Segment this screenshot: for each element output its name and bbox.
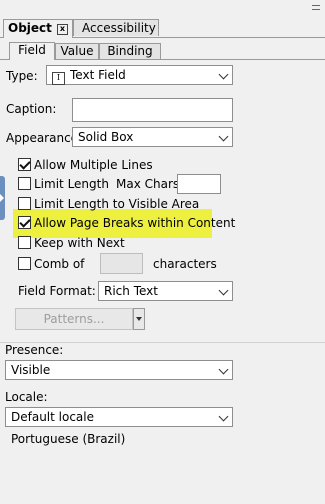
allow-page-breaks-label: Allow Page Breaks within Content [34,216,236,230]
tab-accessibility[interactable]: Accessibility [73,19,159,36]
type-value: Text Field [70,68,126,82]
chevron-down-icon [218,285,229,296]
chevron-down-icon [218,131,229,142]
locale-value: Default locale [11,410,95,424]
patterns-button: Patterns... [15,308,133,330]
appearance-label: Appearance: [6,131,83,145]
tab-value[interactable]: Value [55,43,99,59]
side-expand-handle[interactable] [0,176,5,220]
text-field-icon: I [52,72,65,85]
presence-select[interactable]: Visible [5,360,233,380]
caption-input[interactable] [72,98,233,122]
patterns-dropdown-arrow[interactable] [133,308,145,330]
allow-page-breaks-checkbox[interactable] [18,216,31,229]
keep-with-next-checkbox[interactable] [18,236,31,249]
max-chars-input[interactable] [177,174,221,194]
allow-multiple-lines-checkbox[interactable] [18,158,31,171]
subtab-bar: Field Value Binding [0,42,325,60]
chevron-down-icon [218,364,229,375]
comb-count-input [100,253,143,274]
type-select[interactable]: I Text Field [46,65,233,85]
tab-accessibility-label: Accessibility [82,21,156,35]
tab-binding-label: Binding [107,44,153,58]
presence-value: Visible [11,363,51,377]
panel-tab-bar: Object x Accessibility [0,19,325,38]
keep-with-next-label: Keep with Next [34,236,125,250]
limit-length-label: Limit Length [34,177,109,191]
tab-object[interactable]: Object x [3,19,73,38]
presence-label: Presence: [5,343,64,357]
allow-multiple-lines-label: Allow Multiple Lines [34,158,153,172]
tab-value-label: Value [60,44,94,58]
caption-label: Caption: [6,102,57,116]
field-format-label: Field Format: [18,284,96,298]
comb-of-label: Comb of [34,257,85,271]
locale-detail: Portuguese (Brazil) [11,432,126,446]
close-icon[interactable]: x [56,24,68,35]
locale-select[interactable]: Default locale [5,407,233,427]
tab-field-label: Field [18,43,46,57]
chevron-down-icon [218,69,229,80]
appearance-select[interactable]: Solid Box [72,127,233,147]
limit-visible-area-checkbox[interactable] [18,197,31,210]
tab-field[interactable]: Field [9,42,55,60]
tab-binding[interactable]: Binding [99,43,161,59]
characters-label: characters [153,257,217,271]
field-format-select[interactable]: Rich Text [98,281,233,301]
tab-object-label: Object [8,21,52,35]
max-chars-label: Max Chars: [116,177,184,191]
panel-gripper[interactable] [312,5,320,10]
appearance-value: Solid Box [78,130,134,144]
comb-of-checkbox[interactable] [18,257,31,270]
chevron-down-icon [218,411,229,422]
limit-length-checkbox[interactable] [18,177,31,190]
type-label: Type: [6,69,38,83]
limit-visible-area-label: Limit Length to Visible Area [34,197,200,211]
locale-label: Locale: [5,390,48,404]
field-format-value: Rich Text [104,284,158,298]
